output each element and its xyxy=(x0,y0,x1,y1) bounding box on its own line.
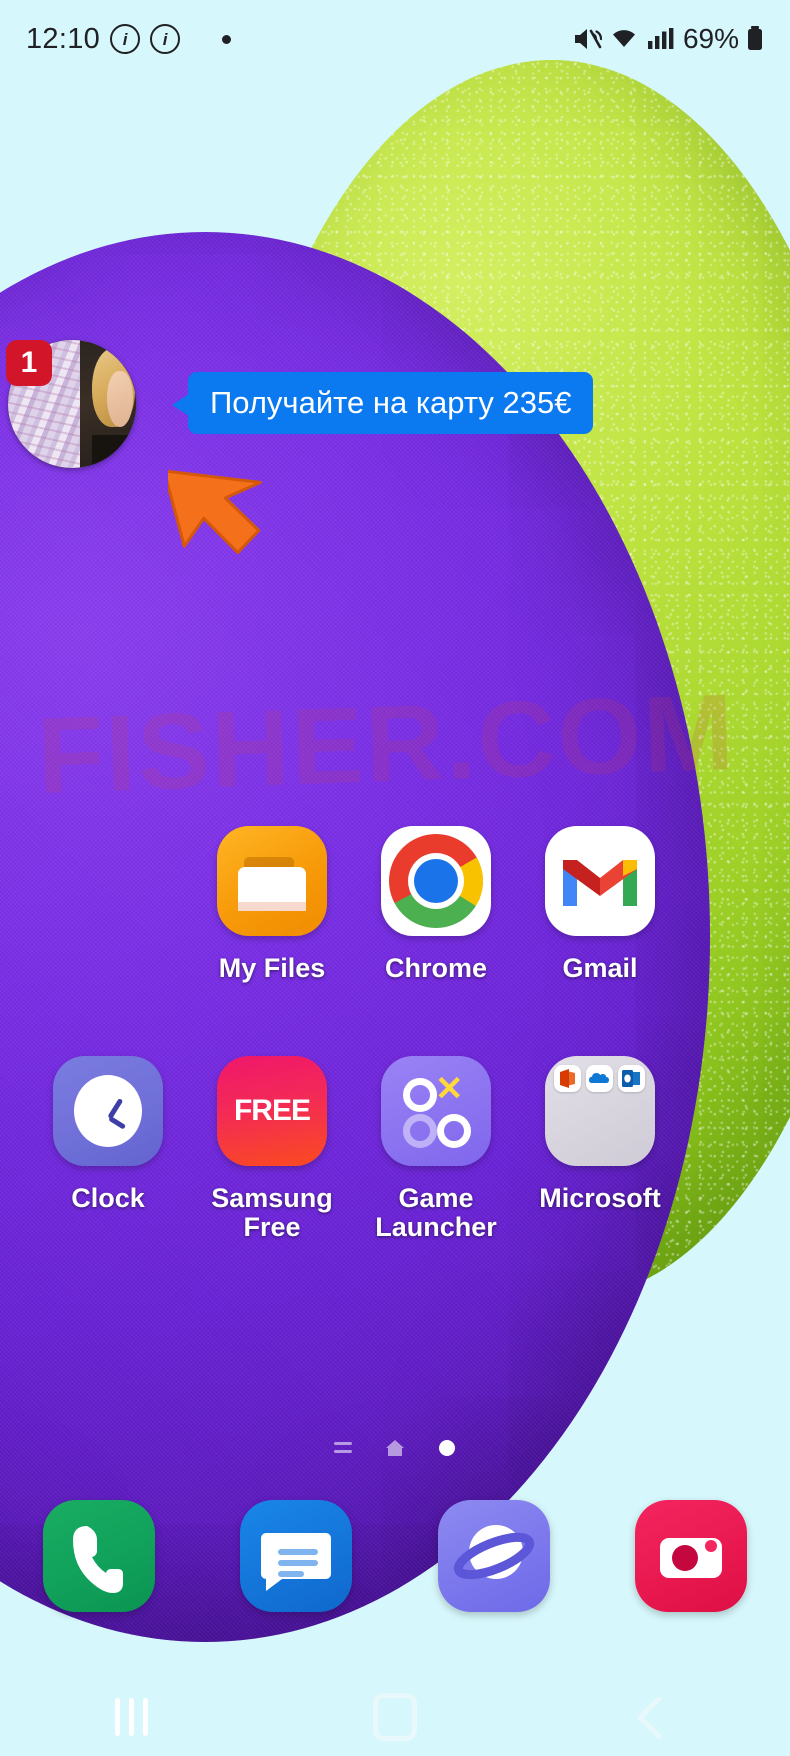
app-gmail[interactable]: Gmail xyxy=(518,826,682,983)
app-game-launcher[interactable]: ✕ Game Launcher xyxy=(354,1056,518,1242)
nav-home-button[interactable] xyxy=(263,1693,526,1741)
onedrive-icon xyxy=(586,1065,613,1092)
notification-message-bubble[interactable]: Получайте на карту 235€ xyxy=(171,372,594,434)
dock-app-messages[interactable] xyxy=(198,1500,396,1612)
battery-percent-label: 69% xyxy=(682,23,739,54)
camera-icon[interactable] xyxy=(635,1500,748,1612)
app-label-chrome: Chrome xyxy=(384,953,487,983)
dock-app-camera[interactable] xyxy=(593,1500,790,1612)
notification-dot-icon xyxy=(222,34,232,44)
navigation-bar xyxy=(0,1678,790,1756)
samsung-free-wordmark: FREE xyxy=(233,1094,311,1127)
gmail-icon[interactable] xyxy=(545,826,655,936)
app-label-my-files: My Files xyxy=(218,953,326,983)
avatar-body xyxy=(92,434,136,468)
clock-icon[interactable] xyxy=(53,1056,163,1166)
outlook-icon xyxy=(618,1065,645,1092)
dock-app-phone[interactable] xyxy=(0,1500,198,1612)
cursor-arrow-icon xyxy=(162,452,300,562)
info-circle-icon-2: i xyxy=(150,24,181,54)
home-page-icon[interactable] xyxy=(384,1437,406,1464)
app-label-samsung-free: Samsung Free xyxy=(211,1183,333,1243)
unread-badge: 1 xyxy=(6,340,52,386)
app-microsoft-folder[interactable]: Microsoft xyxy=(518,1056,682,1242)
nav-recents-button[interactable] xyxy=(0,1698,263,1736)
app-row-2: Clock FREE Samsung Free ✕ Game Launcher xyxy=(0,1056,790,1242)
apps-page-icon[interactable] xyxy=(332,1437,354,1464)
app-label-gmail: Gmail xyxy=(562,953,638,983)
app-chrome[interactable]: Chrome xyxy=(354,826,518,983)
samsung-internet-icon[interactable] xyxy=(437,1500,550,1612)
cellular-signal-icon xyxy=(646,25,674,53)
mute-vibrate-icon xyxy=(572,25,602,53)
page-indicator xyxy=(0,1437,790,1464)
dock xyxy=(0,1500,790,1612)
chrome-icon[interactable] xyxy=(381,826,491,936)
status-bar-right: 69% xyxy=(572,23,764,55)
dock-app-samsung-internet[interactable] xyxy=(395,1500,593,1612)
app-samsung-free[interactable]: FREE Samsung Free xyxy=(190,1056,354,1242)
chat-head-bubble[interactable]: 1 xyxy=(6,340,136,468)
back-icon xyxy=(636,1695,681,1739)
game-launcher-icon[interactable]: ✕ xyxy=(381,1056,491,1166)
office-icon xyxy=(554,1065,581,1092)
battery-icon xyxy=(746,25,764,53)
app-my-files[interactable]: My Files xyxy=(190,826,354,983)
dot-page-icon[interactable] xyxy=(436,1437,458,1464)
app-label-game-launcher: Game Launcher xyxy=(375,1183,497,1243)
status-bar-left: 12:10 i i xyxy=(26,22,232,56)
status-bar-clock: 12:10 xyxy=(26,22,101,55)
avatar-face xyxy=(106,370,133,428)
nav-back-button[interactable] xyxy=(527,1695,790,1739)
info-circle-icon: i xyxy=(110,24,141,54)
app-label-clock: Clock xyxy=(71,1183,145,1213)
samsung-free-icon[interactable]: FREE xyxy=(217,1056,327,1166)
avatar-person xyxy=(79,340,136,468)
status-bar: 12:10 i i 69% xyxy=(0,0,790,78)
app-clock[interactable]: Clock xyxy=(26,1056,190,1242)
app-label-microsoft: Microsoft xyxy=(539,1183,661,1213)
home-icon xyxy=(372,1693,417,1741)
messages-icon[interactable] xyxy=(240,1500,353,1612)
android-home-screen: FISHER.COM 12:10 i i xyxy=(0,0,790,1756)
notification-message-text: Получайте на карту 235€ xyxy=(210,385,572,420)
phone-icon[interactable] xyxy=(42,1500,155,1612)
my-files-icon[interactable] xyxy=(217,826,327,936)
microsoft-folder-icon[interactable] xyxy=(545,1056,655,1166)
wifi-icon xyxy=(609,25,639,53)
recents-icon xyxy=(115,1698,149,1736)
app-row-1: My Files Chrome Gmail xyxy=(0,826,790,983)
